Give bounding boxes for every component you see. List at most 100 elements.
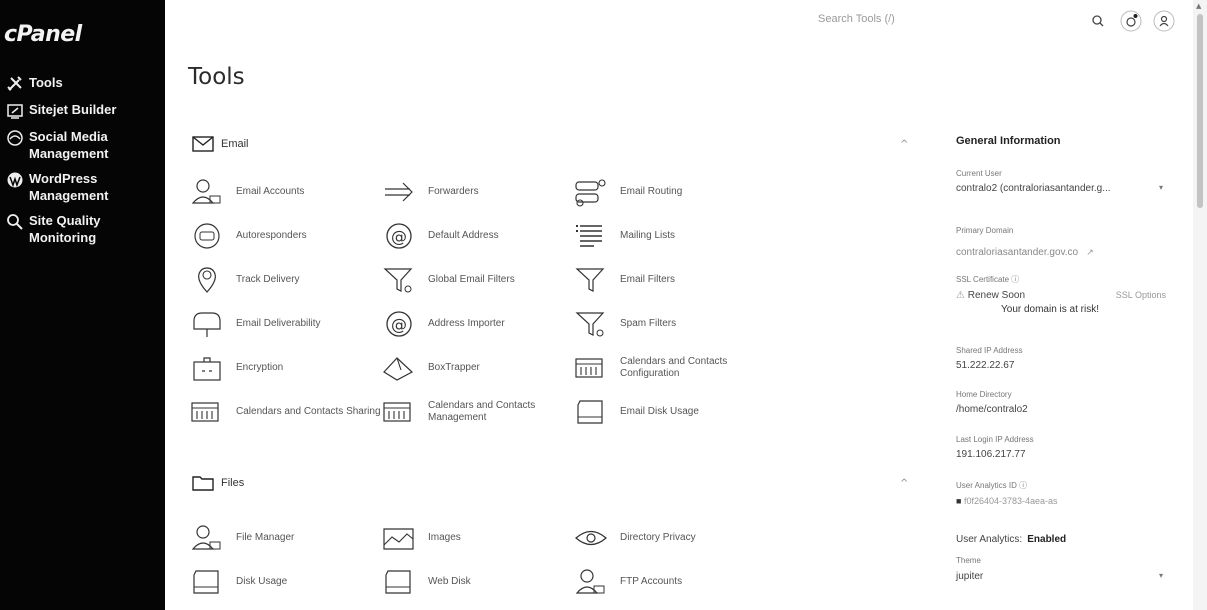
warning-icon: ⚠ [956,290,965,301]
tool-label: Email Deliverability [236,318,321,329]
tool-images[interactable]: Images [382,516,574,560]
tool-label: Address Importer [428,318,505,329]
primary-domain-label: Primary Domain [956,226,1014,235]
ssl-warning: Your domain is at risk! [1001,304,1100,315]
current-user-label: Current User [956,169,1002,178]
help-icon[interactable]: ⓘ [1019,481,1027,490]
tool-default-address[interactable]: @ Default Address [382,214,574,258]
tool-ftp-accounts[interactable]: FTP Accounts [574,560,765,604]
analytics-status-row: User Analytics: Enabled [956,527,1171,546]
cpanel-logo[interactable]: cPanel [4,22,82,47]
envelope-icon [192,136,214,152]
tool-label: Disk Usage [236,576,288,587]
tool-address-importer[interactable]: @ Address Importer [382,302,574,346]
search-icon[interactable] [1086,9,1110,33]
tool-label: Global Email Filters [428,274,515,285]
theme-select[interactable]: jupiter ▾ [956,571,1166,582]
files-section-label: Files [221,477,245,489]
shared-ip-value: 51.222.22.67 [956,360,1015,371]
tool-autoresponders[interactable]: Autoresponders [190,214,382,258]
user-icon[interactable] [1152,9,1176,33]
scrollbar[interactable]: ▲ [1193,0,1207,610]
tool-email-deliverability[interactable]: Email Deliverability [190,302,382,346]
autoresponders-icon [194,223,220,249]
site-quality-icon [7,214,23,230]
tool-mailing-lists[interactable]: Mailing Lists [574,214,765,258]
files-section-header[interactable]: Files [192,475,244,491]
tool-spam-filters[interactable]: Spam Filters [574,302,765,346]
disk-usage-icon [193,570,219,594]
tools-icon [7,76,22,91]
tool-email-filters[interactable]: Email Filters [574,258,765,302]
tool-label: Default Address [428,230,499,241]
tool-label: Forwarders [428,186,479,197]
current-user-select[interactable]: contralo2 (contraloriasantander.g... ▾ [956,183,1166,194]
tool-label: FTP Accounts [620,576,683,587]
tool-file-manager[interactable]: File Manager [190,516,382,560]
tool-calendar-management[interactable]: Calendars and Contacts Management [382,390,574,434]
tool-boxtrapper[interactable]: BoxTrapper [382,346,574,390]
svg-text:@: @ [391,227,407,246]
ssl-label: SSL Certificate ⓘ [956,274,1171,285]
analytics-status: Enabled [1027,534,1067,545]
email-deliverability-icon [193,312,221,337]
sidebar-item-site-quality[interactable]: Site Quality Monitoring [0,212,165,246]
sidebar-item-label: Sitejet Builder [29,102,117,117]
notifications-icon[interactable] [1119,9,1143,33]
tool-calendar-config[interactable]: Calendars and Contacts Configuration [574,346,765,390]
tool-calendar-sharing[interactable]: Calendars and Contacts Sharing [190,390,382,434]
sidebar-nav: Tools Sitejet Builder Social Media Manag… [0,74,165,254]
search-input[interactable]: Search Tools (/) [818,13,895,25]
tool-label: File Manager [236,532,295,543]
email-disk-usage-icon [577,400,603,424]
external-link-icon[interactable]: ↗ [1086,248,1094,258]
tool-label: Email Routing [620,186,683,197]
sitejet-icon [7,104,23,119]
email-filters-icon [575,268,605,292]
primary-domain-link[interactable]: contraloriasantander.gov.co [956,247,1078,258]
tool-track-delivery[interactable]: Track Delivery [190,258,382,302]
ssl-options-link[interactable]: SSL Options [1116,290,1166,301]
track-delivery-icon [198,267,216,293]
sidebar-item-social-media[interactable]: Social Media Management [0,128,165,162]
scroll-up-icon[interactable]: ▲ [1196,2,1201,10]
sidebar-item-wordpress[interactable]: WordPress Management [0,170,165,204]
ssl-status: ⚠ Renew Soon [956,290,1025,301]
general-info-title: General Information [956,135,1061,147]
tool-label: Spam Filters [620,318,677,329]
address-importer-icon: @ [386,311,412,337]
copy-icon[interactable]: ■ [956,496,961,506]
tool-email-accounts[interactable]: Email Accounts [190,170,382,214]
help-icon[interactable]: ⓘ [1011,275,1019,284]
sidebar: cPanel Tools Sitejet Builder Social Medi… [0,0,165,610]
sidebar-item-sitejet[interactable]: Sitejet Builder [0,101,165,120]
scroll-thumb[interactable] [1197,14,1203,208]
sidebar-item-label: Tools [29,75,63,90]
last-login-value: 191.106.217.77 [956,449,1026,460]
tool-web-disk[interactable]: Web Disk [382,560,574,604]
email-section-header[interactable]: Email [192,136,249,152]
files-collapse-icon[interactable]: ^ [900,478,908,489]
tool-label: Calendars and Contacts Configuration [620,356,728,379]
email-collapse-icon[interactable]: ^ [900,139,908,150]
tool-disk-usage[interactable]: Disk Usage [190,560,382,604]
folder-icon [192,476,214,491]
current-user-value: contralo2 (contraloriasantander.g... [956,183,1111,194]
tool-label: BoxTrapper [428,362,480,373]
sidebar-item-label: Site Quality Monitoring [29,213,101,245]
tool-directory-privacy[interactable]: Directory Privacy [574,516,765,560]
home-dir-label: Home Directory [956,390,1012,399]
tool-email-disk-usage[interactable]: Email Disk Usage [574,390,765,434]
tool-encryption[interactable]: Encryption [190,346,382,390]
mailing-lists-icon [576,225,602,247]
tool-email-routing[interactable]: Email Routing [574,170,765,214]
social-media-icon [7,130,23,146]
sidebar-item-tools[interactable]: Tools [0,74,165,93]
analytics-id-value: f0f26404-3783-4aea-as [963,496,1058,506]
files-tools-grid: File Manager Images Directory Privacy Di… [190,516,765,604]
tool-forwarders[interactable]: Forwarders [382,170,574,214]
tool-label: Web Disk [428,576,471,587]
tool-global-email-filters[interactable]: Global Email Filters [382,258,574,302]
analytics-id-row: ■ f0f26404-3783-4aea-as [956,496,1171,506]
current-user-block: Current User contralo2 (contraloriasanta… [956,169,1171,194]
